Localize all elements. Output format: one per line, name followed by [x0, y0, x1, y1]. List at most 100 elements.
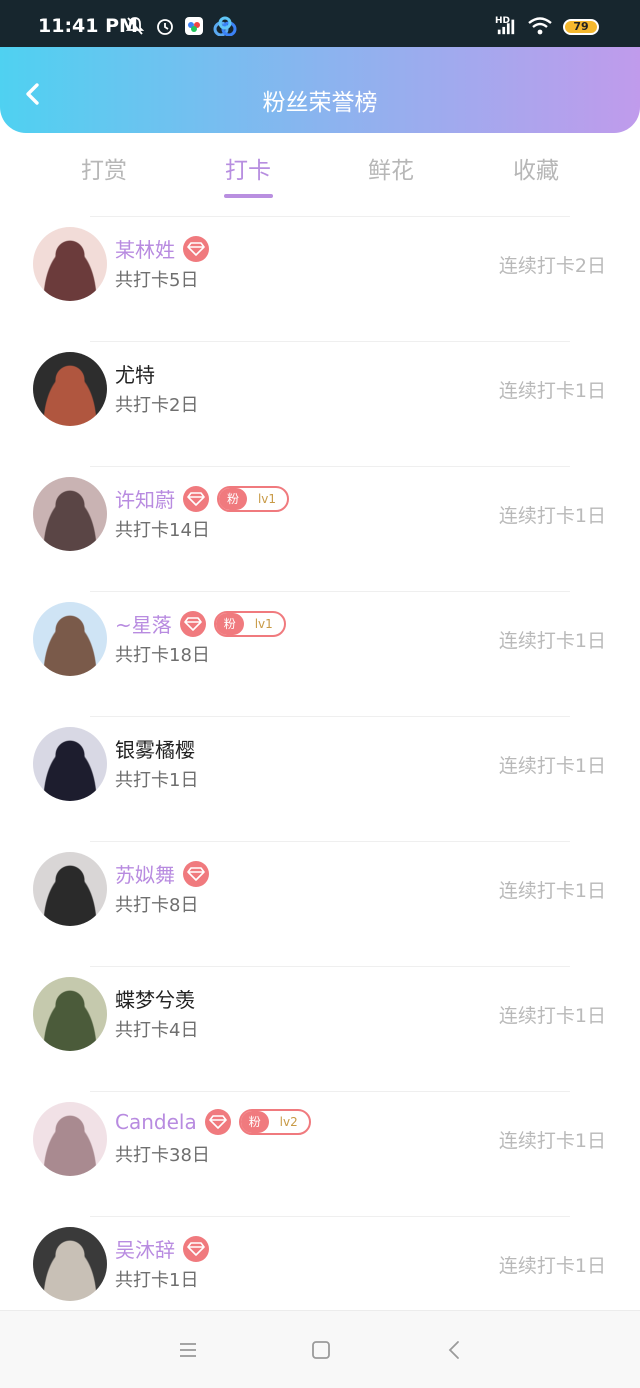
name-line: 尤特	[115, 359, 155, 389]
fan-row[interactable]: 某林姓共打卡5日 连续打卡2日	[0, 216, 640, 341]
row-divider	[90, 841, 570, 842]
row-divider	[90, 591, 570, 592]
status-time: 11:41 PM	[38, 15, 138, 37]
menu-icon[interactable]	[177, 1339, 199, 1361]
fan-name[interactable]: ~星落	[115, 609, 172, 638]
row-divider	[90, 216, 570, 217]
home-square-icon[interactable]	[310, 1339, 332, 1361]
checkin-streak: 连续打卡1日	[498, 1255, 606, 1277]
tab-favorites[interactable]: 收藏	[476, 151, 596, 185]
total-checkins: 共打卡1日	[115, 1270, 199, 1291]
fan-badge-label: 粉	[219, 487, 247, 510]
cloud-app-icon	[213, 16, 237, 36]
avatar[interactable]	[33, 977, 107, 1051]
fan-row[interactable]: 苏姒舞共打卡8日 连续打卡1日	[0, 841, 640, 966]
fan-name[interactable]: 许知蔚	[115, 484, 175, 513]
name-line: ~星落 粉 lv1	[115, 609, 286, 639]
fan-row[interactable]: 蝶梦兮羡共打卡4日 连续打卡1日	[0, 966, 640, 1091]
fan-row[interactable]: Candela 粉 lv2 共打卡38日 连续打卡1日	[0, 1091, 640, 1216]
fan-name[interactable]: 银雾橘樱	[115, 734, 195, 763]
name-line: 某林姓	[115, 234, 209, 264]
avatar[interactable]	[33, 602, 107, 676]
fan-level-badge: 粉 lv2	[238, 1109, 311, 1135]
mute-bell-icon	[125, 17, 145, 35]
tab-bar: 打赏 打卡 鲜花 收藏	[0, 133, 640, 203]
total-checkins: 共打卡4日	[115, 1020, 199, 1041]
row-divider	[90, 1216, 570, 1217]
diamond-badge-icon	[204, 1109, 231, 1135]
avatar[interactable]	[33, 227, 107, 301]
tab-flowers[interactable]: 鲜花	[331, 151, 451, 185]
system-nav-bar	[0, 1310, 640, 1388]
checkin-streak: 连续打卡1日	[498, 380, 606, 402]
wifi-icon	[528, 17, 552, 35]
row-divider	[90, 716, 570, 717]
checkin-streak: 连续打卡1日	[498, 1005, 606, 1027]
total-checkins: 共打卡38日	[115, 1145, 210, 1166]
fan-list: 某林姓 共打卡5日 连续打卡2日 尤特 共打卡2日 连续打卡1日 许知蔚粉 lv1 共打卡14日…	[0, 216, 640, 1341]
total-checkins: 共打卡2日	[115, 395, 199, 416]
fan-row[interactable]: 银雾橘樱共打卡1日 连续打卡1日	[0, 716, 640, 841]
name-line: 苏姒舞	[115, 859, 209, 889]
fan-name[interactable]: 蝶梦兮羡	[115, 984, 195, 1013]
fan-badge-label: 粉	[240, 1111, 269, 1133]
diamond-badge-icon	[183, 860, 209, 887]
checkin-streak: 连续打卡1日	[498, 505, 606, 527]
total-checkins: 共打卡18日	[115, 645, 210, 666]
name-line: 吴沐辞	[115, 1234, 209, 1264]
fan-row[interactable]: 尤特共打卡2日 连续打卡1日	[0, 341, 640, 466]
fan-level-badge: 粉 lv1	[213, 610, 286, 637]
name-line: Candela 粉 lv2	[115, 1109, 311, 1139]
status-bar: 11:41 PM HD 79	[0, 0, 640, 48]
diamond-badge-icon	[179, 610, 206, 637]
battery-level: 79	[573, 20, 589, 33]
row-divider	[90, 966, 570, 967]
row-divider	[90, 341, 570, 342]
fan-level-badge: 粉 lv1	[217, 485, 289, 512]
total-checkins: 共打卡5日	[115, 270, 199, 291]
checkin-streak: 连续打卡1日	[498, 880, 606, 902]
page-title: 粉丝荣誉榜	[262, 90, 378, 116]
avatar[interactable]	[33, 477, 107, 551]
name-line: 银雾橘樱	[115, 734, 195, 764]
name-line: 蝶梦兮羡	[115, 984, 195, 1014]
checkin-streak: 连续打卡1日	[498, 755, 606, 777]
fan-name[interactable]: 某林姓	[115, 234, 175, 263]
checkin-streak: 连续打卡1日	[498, 1130, 606, 1152]
name-line: 许知蔚 粉 lv1	[115, 484, 289, 514]
app-icon	[185, 17, 203, 35]
avatar[interactable]	[33, 352, 107, 426]
avatar[interactable]	[33, 727, 107, 801]
fan-name[interactable]: Candela	[115, 1110, 197, 1134]
diamond-badge-icon	[183, 1235, 209, 1262]
avatar[interactable]	[33, 852, 107, 926]
avatar[interactable]	[33, 1102, 107, 1176]
total-checkins: 共打卡8日	[115, 895, 199, 916]
checkin-streak: 连续打卡1日	[498, 630, 606, 652]
checkin-streak: 连续打卡2日	[498, 255, 606, 277]
diamond-badge-icon	[183, 235, 209, 262]
tab-checkin[interactable]: 打卡	[188, 151, 308, 185]
fan-badge-level: lv2	[279, 1115, 298, 1129]
fan-name[interactable]: 吴沐辞	[115, 1234, 175, 1263]
fan-row[interactable]: ~星落 粉 lv1 共打卡18日 连续打卡1日	[0, 591, 640, 716]
fan-badge-level: lv1	[257, 491, 277, 506]
alarm-icon	[157, 19, 173, 35]
back-triangle-icon[interactable]	[444, 1339, 466, 1361]
fan-row[interactable]: 许知蔚 粉 lv1 共打卡14日 连续打卡1日	[0, 466, 640, 591]
diamond-badge-icon	[183, 485, 209, 512]
tab-reward[interactable]: 打赏	[44, 151, 164, 185]
fan-badge-label: 粉	[215, 612, 244, 635]
battery-icon: 79	[563, 19, 599, 35]
avatar[interactable]	[33, 1227, 107, 1301]
row-divider	[90, 466, 570, 467]
row-divider	[90, 1091, 570, 1092]
fan-name[interactable]: 尤特	[115, 359, 155, 388]
total-checkins: 共打卡14日	[115, 520, 210, 541]
fan-badge-level: lv1	[254, 616, 273, 631]
active-tab-indicator	[224, 194, 273, 198]
fan-name[interactable]: 苏姒舞	[115, 859, 175, 888]
total-checkins: 共打卡1日	[115, 770, 199, 791]
header: 粉丝荣誉榜	[0, 47, 640, 133]
signal-icon	[497, 19, 515, 35]
